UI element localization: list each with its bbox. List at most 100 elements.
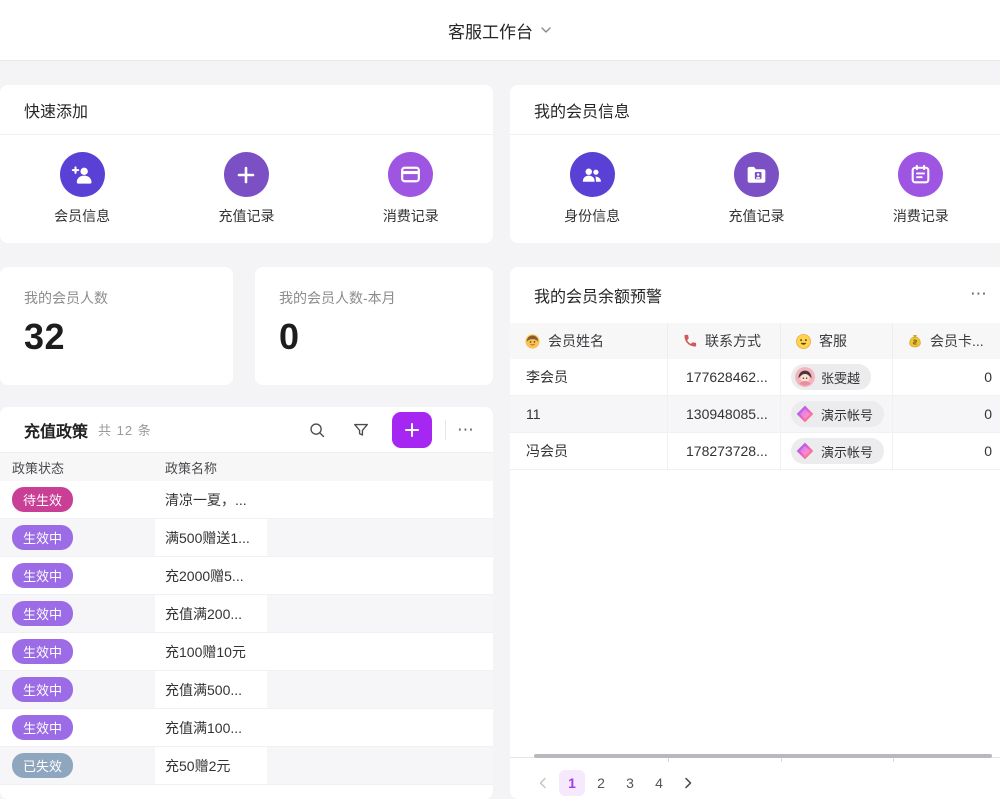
quick-add-member-info[interactable]: 会员信息 — [0, 152, 164, 226]
plus-icon — [224, 152, 269, 197]
stat-label: 我的会员人数-本月 — [279, 288, 469, 308]
add-record-button[interactable] — [392, 412, 432, 448]
column-contact: 联系方式 — [668, 323, 781, 359]
policy-name: 充值满500... — [165, 680, 242, 700]
status-badge: 生效中 — [12, 639, 73, 664]
pagination: 1234 — [530, 770, 701, 796]
stat-card-member-count-month: 我的会员人数-本月 0 — [255, 267, 493, 385]
policy-table-row[interactable]: 待生效 清凉一夏，... — [0, 481, 493, 519]
pagination-next-icon[interactable] — [675, 770, 701, 796]
agent-pill: 演示帐号 — [791, 401, 884, 427]
column-agent: 客服 — [781, 323, 893, 359]
agent-avatar — [795, 367, 815, 387]
column-member-card: 会员卡... — [893, 323, 1000, 359]
balance-alert-title: 我的会员余额预警 — [534, 283, 662, 307]
workspace-switcher[interactable]: 客服工作台 — [448, 18, 552, 43]
agent-pill: 张雯越 — [791, 364, 871, 390]
recharge-policy-count: 共 12 条 — [98, 420, 152, 439]
horizontal-scrollbar[interactable] — [534, 754, 992, 758]
phone-icon — [682, 333, 698, 349]
recharge-policy-header: 充值政策 共 12 条 ⋯ — [0, 407, 493, 453]
balance-alert-more-menu[interactable]: ⋯ — [970, 285, 988, 302]
stat-label: 我的会员人数 — [24, 288, 209, 308]
policy-table-row[interactable]: 生效中 充值满100... — [0, 709, 493, 747]
member-info-title: 我的会员信息 — [534, 98, 630, 122]
pagination-page-3[interactable]: 3 — [617, 770, 643, 796]
status-badge: 生效中 — [12, 677, 73, 702]
balance-cell: 0 — [893, 433, 1000, 469]
status-badge: 生效中 — [12, 601, 73, 626]
policy-table-row[interactable]: 已失效 充50赠2元 — [0, 747, 493, 785]
policy-name: 充50赠2元 — [165, 756, 230, 776]
balance-cell: 0 — [893, 396, 1000, 432]
policy-table-row[interactable]: 生效中 充2000赠5... — [0, 557, 493, 595]
quick-add-recharge-record-label: 充值记录 — [218, 206, 274, 226]
contact-cell: 130948085... — [668, 396, 781, 432]
stat-value: 0 — [279, 316, 469, 358]
member-name-cell: 冯会员 — [510, 433, 668, 469]
member-consume-record[interactable]: 消费记录 — [839, 152, 1000, 226]
column-policy-name: 政策名称 — [155, 458, 267, 477]
member-consume-record-label: 消费记录 — [893, 206, 949, 226]
balance-table-row[interactable]: 冯会员 178273728... 演示帐号 0 — [510, 433, 1000, 470]
recharge-policy-title: 充值政策 — [24, 418, 88, 442]
agent-pill: 演示帐号 — [791, 438, 884, 464]
calendar-icon — [898, 152, 943, 197]
member-name-cell: 11 — [510, 396, 668, 432]
policy-table-row[interactable]: 生效中 充值满200... — [0, 595, 493, 633]
balance-table-row[interactable]: 李会员 177628462... 张雯越 0 — [510, 359, 1000, 396]
pagination-page-1[interactable]: 1 — [559, 770, 585, 796]
quick-add-recharge-record[interactable]: 充值记录 — [164, 152, 328, 226]
balance-alert-card: 我的会员余额预警 ⋯ 会员姓名 联系方式 客服 会员卡... 李会员 17762… — [510, 267, 1000, 799]
policy-name: 充值满100... — [165, 718, 242, 738]
member-icon — [524, 333, 541, 350]
search-icon[interactable] — [308, 421, 326, 439]
policy-name: 清凉一夏，... — [165, 490, 247, 510]
quick-add-card: 快速添加 会员信息 充值记录 消费记录 — [0, 85, 493, 243]
column-policy-status: 政策状态 — [0, 458, 155, 477]
balance-table-row[interactable]: 11 130948085... 演示帐号 0 — [510, 396, 1000, 433]
member-info-card: 我的会员信息 身份信息 充值记录 消费记录 — [510, 85, 1000, 243]
contact-cell: 177628462... — [668, 359, 781, 395]
status-badge: 生效中 — [12, 525, 73, 550]
policy-name: 满500赠送1... — [165, 528, 250, 548]
balance-alert-header: 我的会员余额预警 ⋯ — [510, 267, 1000, 323]
pagination-page-2[interactable]: 2 — [588, 770, 614, 796]
member-identity-info-label: 身份信息 — [564, 206, 620, 226]
member-info-header: 我的会员信息 — [510, 85, 1000, 135]
policy-table-row[interactable]: 生效中 充100赠10元 — [0, 633, 493, 671]
chevron-down-icon — [540, 24, 552, 36]
quick-add-header: 快速添加 — [0, 85, 493, 135]
stat-card-member-count: 我的会员人数 32 — [0, 267, 233, 385]
pagination-prev-icon[interactable] — [530, 770, 556, 796]
policy-table-body: 待生效 清凉一夏，... 生效中 满500赠送1... 生效中 充2000赠5.… — [0, 481, 493, 785]
recharge-policy-more-menu[interactable]: ⋯ — [457, 421, 475, 438]
balance-table-header: 会员姓名 联系方式 客服 会员卡... — [510, 323, 1000, 359]
page-title: 客服工作台 — [448, 18, 533, 43]
policy-table-row[interactable]: 生效中 充值满500... — [0, 671, 493, 709]
quick-add-member-info-label: 会员信息 — [54, 206, 110, 226]
recharge-policy-card: 充值政策 共 12 条 ⋯ 政策状态 政策名称 待生效 清凉一夏，... 生效中… — [0, 407, 493, 799]
people-icon — [570, 152, 615, 197]
folder-user-icon — [734, 152, 779, 197]
policy-name: 充2000赠5... — [165, 566, 244, 586]
member-identity-info[interactable]: 身份信息 — [510, 152, 674, 226]
user-add-icon — [60, 152, 105, 197]
agent-cell: 演示帐号 — [781, 396, 893, 432]
policy-name: 充100赠10元 — [165, 642, 246, 662]
quick-add-consume-record[interactable]: 消费记录 — [329, 152, 493, 226]
column-member-name: 会员姓名 — [510, 323, 668, 359]
agent-cell: 演示帐号 — [781, 433, 893, 469]
status-badge: 已失效 — [12, 753, 73, 778]
member-recharge-record[interactable]: 充值记录 — [674, 152, 838, 226]
status-badge: 生效中 — [12, 563, 73, 588]
filter-icon[interactable] — [352, 421, 370, 439]
pagination-page-4[interactable]: 4 — [646, 770, 672, 796]
contact-cell: 178273728... — [668, 433, 781, 469]
policy-name: 充值满200... — [165, 604, 242, 624]
agent-cell: 张雯越 — [781, 359, 893, 395]
member-recharge-record-label: 充值记录 — [728, 206, 784, 226]
stat-value: 32 — [24, 316, 209, 358]
smiley-icon — [795, 333, 812, 350]
policy-table-row[interactable]: 生效中 满500赠送1... — [0, 519, 493, 557]
